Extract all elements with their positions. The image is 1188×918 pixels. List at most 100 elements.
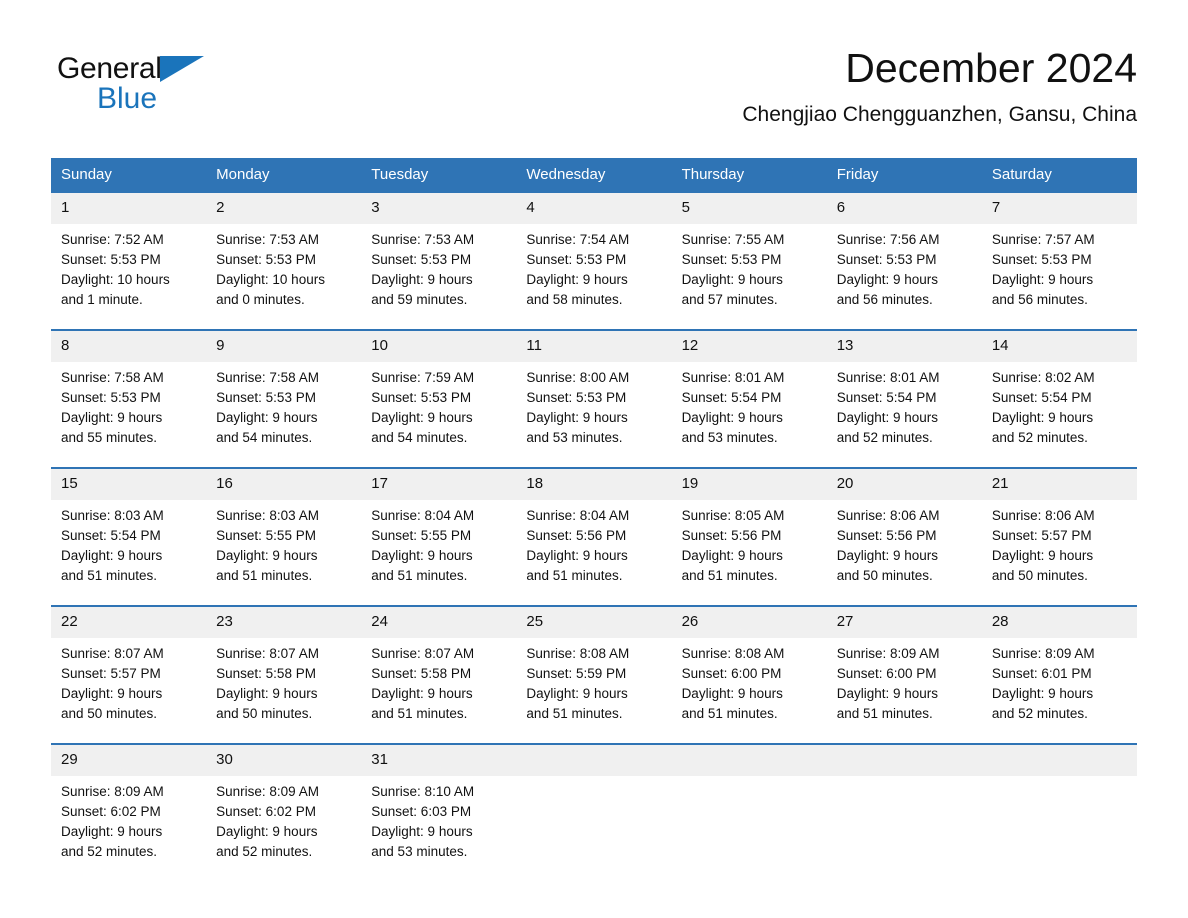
day-cell[interactable]: 14 Sunrise: 8:02 AM Sunset: 5:54 PM Dayl… bbox=[981, 331, 1137, 448]
sunrise-text: Sunrise: 7:52 AM bbox=[61, 232, 164, 247]
daylight-text-line1: Daylight: 9 hours bbox=[681, 410, 783, 425]
weekday-header-saturday: Saturday bbox=[991, 166, 1052, 183]
daylight-text-line1: Daylight: 9 hours bbox=[526, 548, 628, 563]
daylight-text-line1: Daylight: 9 hours bbox=[991, 686, 1094, 701]
daylight-text-line1: Daylight: 9 hours bbox=[836, 410, 939, 425]
day-body: Sunrise: 8:08 AM Sunset: 5:59 PM Dayligh… bbox=[516, 638, 671, 724]
day-body: Sunrise: 7:53 AM Sunset: 5:53 PM Dayligh… bbox=[206, 224, 361, 310]
calendar-grid: Sunday Monday Tuesday Wednesday Thursday… bbox=[51, 158, 1137, 862]
day-body: Sunrise: 7:58 AM Sunset: 5:53 PM Dayligh… bbox=[206, 362, 361, 448]
day-number: 5 bbox=[671, 193, 827, 224]
day-body: Sunrise: 8:07 AM Sunset: 5:58 PM Dayligh… bbox=[206, 638, 361, 724]
day-cell[interactable]: 12 Sunrise: 8:01 AM Sunset: 5:54 PM Dayl… bbox=[671, 331, 827, 448]
sunset-text: Sunset: 5:54 PM bbox=[836, 390, 937, 405]
day-number: 9 bbox=[206, 331, 362, 362]
day-cell[interactable]: 9 Sunrise: 7:58 AM Sunset: 5:53 PM Dayli… bbox=[206, 331, 362, 448]
day-cell[interactable]: 5 Sunrise: 7:55 AM Sunset: 5:53 PM Dayli… bbox=[671, 193, 827, 310]
day-number: 12 bbox=[671, 331, 827, 362]
day-number: 15 bbox=[51, 469, 207, 500]
day-cell[interactable]: 21 Sunrise: 8:06 AM Sunset: 5:57 PM Dayl… bbox=[981, 469, 1137, 586]
day-cell[interactable]: 29 Sunrise: 8:09 AM Sunset: 6:02 PM Dayl… bbox=[51, 745, 207, 862]
day-cell[interactable]: 15 Sunrise: 8:03 AM Sunset: 5:54 PM Dayl… bbox=[51, 469, 207, 586]
day-number: 18 bbox=[516, 469, 672, 500]
sunrise-text: Sunrise: 8:03 AM bbox=[216, 508, 319, 523]
day-cell[interactable]: 16 Sunrise: 8:03 AM Sunset: 5:55 PM Dayl… bbox=[206, 469, 362, 586]
day-cell[interactable]: 31 Sunrise: 8:10 AM Sunset: 6:03 PM Dayl… bbox=[361, 745, 517, 862]
day-cell[interactable]: 17 Sunrise: 8:04 AM Sunset: 5:55 PM Dayl… bbox=[361, 469, 517, 586]
day-body: Sunrise: 8:06 AM Sunset: 5:56 PM Dayligh… bbox=[827, 500, 982, 586]
day-cell[interactable]: 1 Sunrise: 7:52 AM Sunset: 5:53 PM Dayli… bbox=[51, 193, 207, 310]
daylight-text-line1: Daylight: 9 hours bbox=[61, 824, 163, 839]
daylight-text-line2: and 53 minutes. bbox=[371, 844, 468, 859]
title-block: December 2024 Chengjiao Chengguanzhen, G… bbox=[742, 44, 1137, 129]
sunrise-text: Sunrise: 8:04 AM bbox=[371, 508, 475, 523]
day-cell[interactable]: 10 Sunrise: 7:59 AM Sunset: 5:53 PM Dayl… bbox=[361, 331, 517, 448]
day-number: 29 bbox=[51, 745, 207, 776]
day-cell[interactable]: 26 Sunrise: 8:08 AM Sunset: 6:00 PM Dayl… bbox=[671, 607, 827, 724]
day-number bbox=[981, 745, 1137, 776]
daylight-text-line2: and 50 minutes. bbox=[991, 568, 1088, 583]
day-body: Sunrise: 8:10 AM Sunset: 6:03 PM Dayligh… bbox=[361, 776, 516, 862]
day-cell[interactable]: 27 Sunrise: 8:09 AM Sunset: 6:00 PM Dayl… bbox=[826, 607, 982, 724]
day-body: Sunrise: 7:59 AM Sunset: 5:53 PM Dayligh… bbox=[361, 362, 516, 448]
day-cell[interactable]: 30 Sunrise: 8:09 AM Sunset: 6:02 PM Dayl… bbox=[206, 745, 362, 862]
day-cell[interactable]: 20 Sunrise: 8:06 AM Sunset: 5:56 PM Dayl… bbox=[826, 469, 982, 586]
sunset-text: Sunset: 5:53 PM bbox=[216, 252, 316, 267]
day-cell[interactable]: 8 Sunrise: 7:58 AM Sunset: 5:53 PM Dayli… bbox=[51, 331, 207, 448]
day-cell[interactable]: 19 Sunrise: 8:05 AM Sunset: 5:56 PM Dayl… bbox=[671, 469, 827, 586]
day-cell[interactable]: 23 Sunrise: 8:07 AM Sunset: 5:58 PM Dayl… bbox=[206, 607, 362, 724]
daylight-text-line2: and 51 minutes. bbox=[681, 706, 778, 721]
sunset-text: Sunset: 5:55 PM bbox=[216, 528, 316, 543]
page-header: General Blue December 2024 Chengjiao Che… bbox=[0, 0, 1188, 126]
day-cell[interactable]: 24 Sunrise: 8:07 AM Sunset: 5:58 PM Dayl… bbox=[361, 607, 517, 724]
sunrise-text: Sunrise: 8:00 AM bbox=[526, 370, 630, 385]
day-number: 7 bbox=[981, 193, 1137, 224]
sunrise-text: Sunrise: 8:07 AM bbox=[61, 646, 164, 661]
day-body: Sunrise: 8:03 AM Sunset: 5:54 PM Dayligh… bbox=[51, 500, 206, 586]
daylight-text-line2: and 50 minutes. bbox=[61, 706, 158, 721]
day-cell[interactable]: 7 Sunrise: 7:57 AM Sunset: 5:53 PM Dayli… bbox=[981, 193, 1137, 310]
day-body: Sunrise: 8:00 AM Sunset: 5:53 PM Dayligh… bbox=[516, 362, 671, 448]
daylight-text-line1: Daylight: 9 hours bbox=[371, 824, 473, 839]
daylight-text-line1: Daylight: 9 hours bbox=[216, 410, 318, 425]
daylight-text-line2: and 53 minutes. bbox=[526, 430, 623, 445]
sunrise-text: Sunrise: 8:05 AM bbox=[681, 508, 785, 523]
day-cell[interactable]: 3 Sunrise: 7:53 AM Sunset: 5:53 PM Dayli… bbox=[361, 193, 517, 310]
day-number bbox=[826, 745, 982, 776]
sunset-text: Sunset: 5:54 PM bbox=[681, 390, 782, 405]
day-body: Sunrise: 8:01 AM Sunset: 5:54 PM Dayligh… bbox=[827, 362, 982, 448]
daylight-text-line2: and 57 minutes. bbox=[681, 292, 778, 307]
daylight-text-line2: and 0 minutes. bbox=[216, 292, 305, 307]
day-body: Sunrise: 8:02 AM Sunset: 5:54 PM Dayligh… bbox=[982, 362, 1137, 448]
day-cell[interactable]: 22 Sunrise: 8:07 AM Sunset: 5:57 PM Dayl… bbox=[51, 607, 207, 724]
sunrise-text: Sunrise: 8:01 AM bbox=[836, 370, 940, 385]
week-row: 29 Sunrise: 8:09 AM Sunset: 6:02 PM Dayl… bbox=[51, 743, 1137, 862]
day-body bbox=[982, 776, 1137, 782]
page-title: December 2024 bbox=[845, 45, 1137, 91]
day-cell[interactable]: 2 Sunrise: 7:53 AM Sunset: 5:53 PM Dayli… bbox=[206, 193, 362, 310]
day-cell[interactable]: 28 Sunrise: 8:09 AM Sunset: 6:01 PM Dayl… bbox=[981, 607, 1137, 724]
sunset-text: Sunset: 5:56 PM bbox=[836, 528, 937, 543]
general-blue-logo[interactable]: General Blue bbox=[57, 52, 257, 115]
daylight-text-line2: and 50 minutes. bbox=[216, 706, 313, 721]
week-spacer bbox=[51, 448, 1137, 467]
day-cell[interactable]: 25 Sunrise: 8:08 AM Sunset: 5:59 PM Dayl… bbox=[516, 607, 672, 724]
day-body: Sunrise: 8:01 AM Sunset: 5:54 PM Dayligh… bbox=[672, 362, 827, 448]
day-cell[interactable]: 13 Sunrise: 8:01 AM Sunset: 5:54 PM Dayl… bbox=[826, 331, 982, 448]
day-number: 10 bbox=[361, 331, 517, 362]
daylight-text-line2: and 56 minutes. bbox=[836, 292, 933, 307]
day-cell[interactable]: 4 Sunrise: 7:54 AM Sunset: 5:53 PM Dayli… bbox=[516, 193, 672, 310]
daylight-text-line2: and 52 minutes. bbox=[61, 844, 158, 859]
week-row: 1 Sunrise: 7:52 AM Sunset: 5:53 PM Dayli… bbox=[51, 193, 1137, 310]
day-cell[interactable]: 18 Sunrise: 8:04 AM Sunset: 5:56 PM Dayl… bbox=[516, 469, 672, 586]
day-cell[interactable]: 11 Sunrise: 8:00 AM Sunset: 5:53 PM Dayl… bbox=[516, 331, 672, 448]
daylight-text-line2: and 51 minutes. bbox=[526, 568, 623, 583]
sunset-text: Sunset: 5:57 PM bbox=[61, 666, 161, 681]
day-cell[interactable]: 6 Sunrise: 7:56 AM Sunset: 5:53 PM Dayli… bbox=[826, 193, 982, 310]
day-body: Sunrise: 7:56 AM Sunset: 5:53 PM Dayligh… bbox=[827, 224, 982, 310]
daylight-text-line2: and 52 minutes. bbox=[216, 844, 313, 859]
sunset-text: Sunset: 5:53 PM bbox=[991, 252, 1092, 267]
day-body: Sunrise: 8:07 AM Sunset: 5:58 PM Dayligh… bbox=[361, 638, 516, 724]
logo-blue-text: Blue bbox=[97, 82, 158, 115]
daylight-text-line2: and 51 minutes. bbox=[836, 706, 933, 721]
